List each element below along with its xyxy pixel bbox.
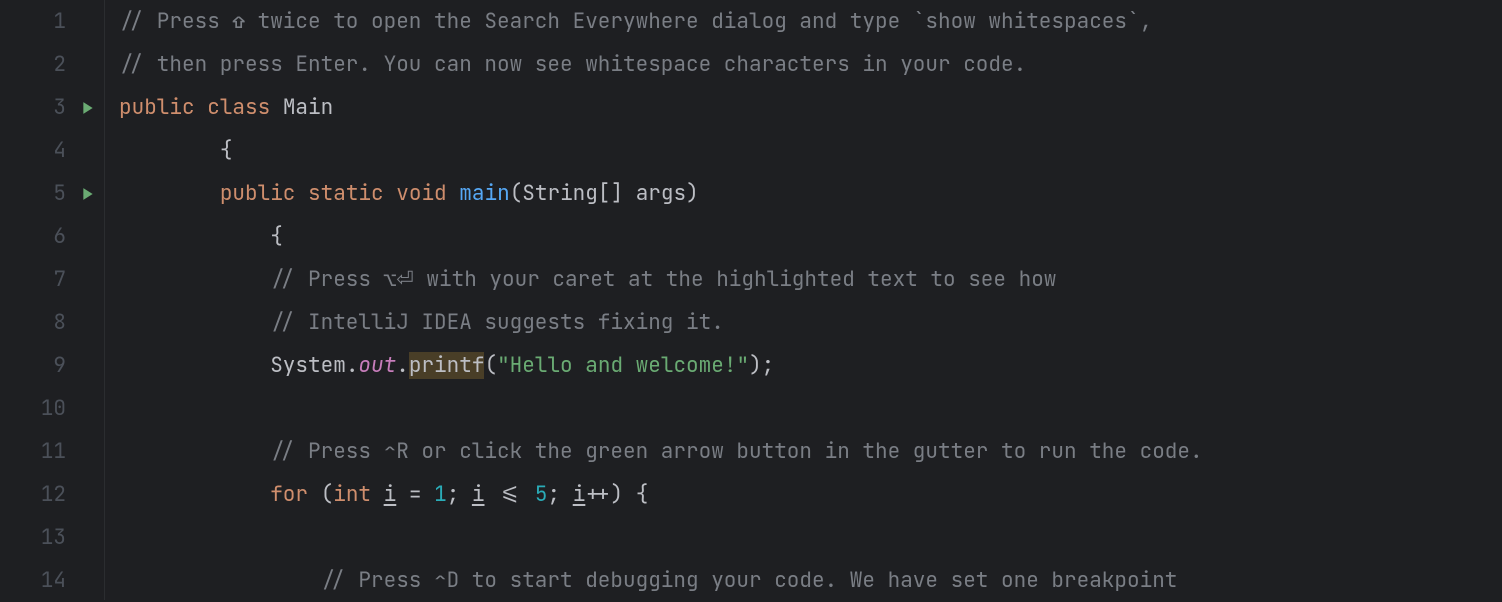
code-line: // IntelliJ IDEA suggests fixing it. (119, 301, 1502, 344)
line-number: 12 (30, 473, 66, 516)
keyword: void (396, 180, 446, 207)
code-line: // Press ⇧ twice to open the Search Ever… (119, 0, 1502, 43)
code-line: // then press Enter. You can now see whi… (119, 43, 1502, 86)
brace: { (220, 137, 233, 164)
code-line (119, 387, 1502, 430)
keyword: class (207, 94, 270, 121)
type: String (522, 180, 598, 207)
code-line: // Press ⌃D to start debugging your code… (119, 559, 1502, 602)
code-area[interactable]: // Press ⇧ twice to open the Search Ever… (104, 0, 1502, 600)
gutter-row[interactable]: 3 (0, 86, 104, 129)
number-literal: 1 (434, 481, 447, 508)
comment: // Press ⌃D to start debugging your code… (321, 567, 1178, 594)
code-line: System.out.printf("Hello and welcome!"); (119, 344, 1502, 387)
class-name: Main (283, 94, 333, 121)
line-number: 10 (30, 387, 66, 430)
keyword: public (220, 180, 296, 207)
gutter-row[interactable]: 4 (0, 129, 104, 172)
gutter-row[interactable]: 2 (0, 43, 104, 86)
gutter-row[interactable]: 1 (0, 0, 104, 43)
gutter-row[interactable]: 12 (0, 473, 104, 516)
gutter-row[interactable]: 11 (0, 430, 104, 473)
gutter: 1 2 3 4 5 6 7 (0, 0, 104, 600)
highlighted-method: printf (409, 352, 485, 379)
gutter-row[interactable]: 7 (0, 258, 104, 301)
keyword: for (270, 481, 308, 508)
gutter-row[interactable]: 14 (0, 559, 104, 602)
comment: // IntelliJ IDEA suggests fixing it. (270, 309, 724, 336)
code-line: { (119, 215, 1502, 258)
gutter-row[interactable]: 10 (0, 387, 104, 430)
gutter-row[interactable]: 8 (0, 301, 104, 344)
line-number: 9 (30, 344, 66, 387)
gutter-row[interactable]: 13 (0, 516, 104, 559)
keyword: static (308, 180, 384, 207)
code-line: { (119, 129, 1502, 172)
comment: // Press ⇧ twice to open the Search Ever… (119, 8, 1152, 35)
line-number: 7 (30, 258, 66, 301)
field: out (358, 352, 396, 379)
line-number: 8 (30, 301, 66, 344)
method-name: main (459, 180, 509, 207)
string-literal: "Hello and welcome!" (497, 352, 749, 379)
code-line: public static void main(String[] args) (119, 172, 1502, 215)
line-number: 3 (30, 86, 66, 129)
comment: // Press ⌃R or click the green arrow but… (270, 438, 1202, 465)
number-literal: 5 (535, 481, 548, 508)
code-line: public class Main (119, 86, 1502, 129)
line-number: 14 (30, 559, 66, 602)
code-line: for (int i = 1; i <= 5; i++) { (119, 473, 1502, 516)
line-number: 6 (30, 215, 66, 258)
line-number: 4 (30, 129, 66, 172)
line-number: 2 (30, 43, 66, 86)
keyword: int (333, 481, 371, 508)
gutter-row[interactable]: 9 (0, 344, 104, 387)
keyword: public (119, 94, 195, 121)
code-line (119, 516, 1502, 559)
comment: // Press ⌥⏎ with your caret at the highl… (270, 266, 1056, 293)
brace: { (270, 223, 283, 250)
line-number: 13 (30, 516, 66, 559)
code-line: // Press ⌃R or click the green arrow but… (119, 430, 1502, 473)
line-number: 5 (30, 172, 66, 215)
comment: // then press Enter. You can now see whi… (119, 51, 1026, 78)
run-icon[interactable] (80, 186, 96, 202)
gutter-row[interactable]: 5 (0, 172, 104, 215)
code-editor[interactable]: 1 2 3 4 5 6 7 (0, 0, 1502, 600)
line-number: 1 (30, 0, 66, 43)
line-number: 11 (30, 430, 66, 473)
code-line: // Press ⌥⏎ with your caret at the highl… (119, 258, 1502, 301)
gutter-row[interactable]: 6 (0, 215, 104, 258)
run-icon[interactable] (80, 100, 96, 116)
